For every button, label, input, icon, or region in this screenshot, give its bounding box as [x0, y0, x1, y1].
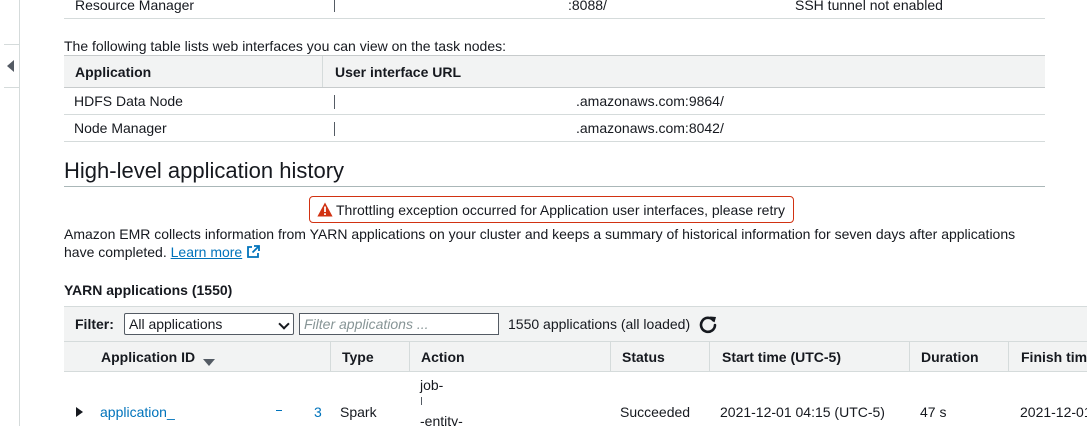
column-header-type[interactable]: Type [342, 349, 374, 365]
chevron-down-icon [278, 318, 290, 330]
alert-message: Throttling exception occurred for Applic… [336, 202, 786, 218]
column-header-label: Application ID [101, 349, 196, 365]
warning-triangle-icon [317, 202, 333, 217]
column-divider [322, 56, 323, 87]
task-node-app-name: Node Manager [74, 120, 167, 136]
master-url-tail: :8088/ [568, 0, 607, 13]
redacted-id-fragment [276, 410, 282, 411]
row-divider [64, 18, 1045, 19]
caret-left-icon [7, 60, 14, 72]
application-id-tail[interactable]: 3 [314, 404, 322, 420]
column-header-finish-time[interactable]: Finish tim [1021, 349, 1087, 365]
column-header-action[interactable]: Action [421, 349, 465, 365]
row-divider [64, 141, 1045, 142]
redacted-url-fragment [334, 0, 335, 12]
section-title-history: High-level application history [64, 158, 345, 183]
column-header-application-id[interactable]: Application ID [101, 349, 216, 366]
refresh-icon[interactable] [698, 314, 718, 334]
column-header-status[interactable]: Status [622, 349, 665, 365]
redacted-action-fragment [421, 397, 422, 405]
column-divider [909, 342, 910, 371]
filter-applications-input[interactable] [299, 313, 499, 335]
history-description: Amazon EMR collects information from YAR… [64, 225, 1044, 261]
application-action-line: -entity- [420, 413, 463, 426]
task-nodes-intro: The following table lists web interfaces… [64, 38, 507, 54]
error-alert: Throttling exception occurred for Applic… [309, 196, 794, 223]
master-app-name: Resource Manager [75, 0, 195, 13]
application-filter-select[interactable]: All applications [124, 313, 294, 335]
loaded-count: 1550 applications (all loaded) [508, 316, 691, 332]
column-header-start-time[interactable]: Start time (UTC-5) [722, 349, 841, 365]
section-divider [64, 186, 1045, 187]
column-divider [1008, 342, 1009, 371]
column-divider [709, 342, 710, 371]
task-node-app-name: HDFS Data Node [74, 93, 183, 109]
external-link-icon[interactable] [246, 245, 261, 259]
application-duration: 47 s [920, 404, 947, 420]
column-divider [330, 342, 331, 371]
application-id-link[interactable]: application_ [100, 404, 175, 420]
row-divider [64, 114, 1045, 115]
filter-label: Filter: [75, 316, 114, 332]
application-finish-time: 2021-12-01 [1020, 404, 1087, 420]
sort-descending-icon [203, 359, 216, 366]
side-navigation-toggle[interactable] [4, 44, 20, 88]
application-status: Succeeded [620, 404, 691, 420]
yarn-applications-title: YARN applications (1550) [64, 282, 233, 298]
redacted-url-fragment [334, 122, 335, 136]
column-header-url: User interface URL [335, 64, 462, 80]
task-node-url[interactable]: .amazonaws.com:9864/ [576, 93, 724, 109]
application-action-line: job- [420, 377, 444, 393]
column-divider [610, 342, 611, 371]
task-nodes-table-header: Application User interface URL [64, 55, 1045, 88]
filter-bar: Filter: All applications 1550 applicatio… [64, 306, 1087, 341]
learn-more-link[interactable]: Learn more [171, 244, 243, 260]
task-node-url[interactable]: .amazonaws.com:8042/ [576, 120, 724, 136]
column-divider [409, 342, 410, 371]
redacted-url-fragment [334, 95, 335, 109]
column-header-duration[interactable]: Duration [921, 349, 979, 365]
application-type: Spark [340, 404, 377, 420]
yarn-table-header: Application ID Type Action Status Start … [64, 341, 1087, 372]
column-header-application: Application [75, 64, 152, 80]
master-url-status: SSH tunnel not enabled [795, 0, 943, 13]
expand-row-icon[interactable] [76, 407, 83, 417]
application-start-time: 2021-12-01 04:15 (UTC-5) [720, 404, 885, 420]
select-value: All applications [129, 316, 223, 332]
